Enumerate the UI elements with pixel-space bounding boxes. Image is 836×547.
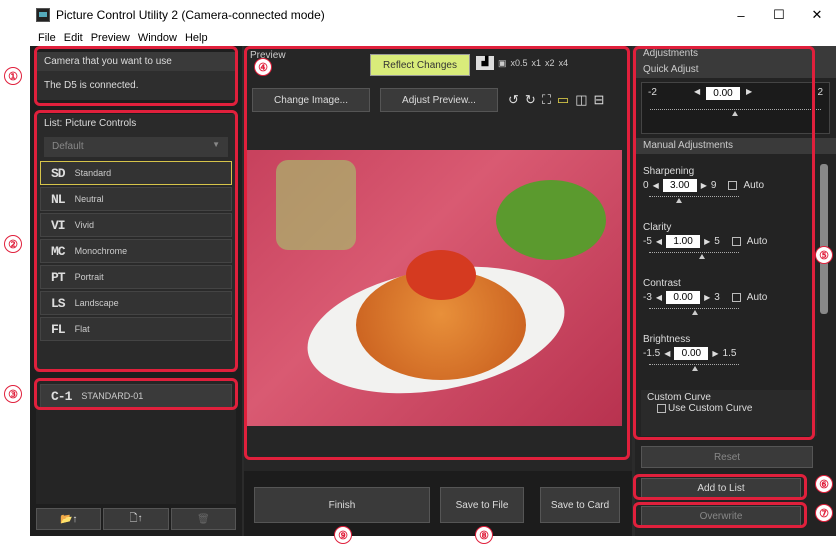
list-toolbar: 📂↑ 🗋↑ 🗑: [36, 508, 236, 530]
callout-8: ⑧: [475, 526, 493, 544]
callout-5: ⑤: [815, 246, 833, 264]
minimize-button[interactable]: –: [722, 0, 760, 30]
menu-window[interactable]: Window: [138, 30, 177, 46]
callout-9: ⑨: [334, 526, 352, 544]
action-bar: Finish Save to File Save to Card: [244, 471, 632, 536]
callout-6: ⑥: [815, 475, 833, 493]
highlight-2: [34, 110, 238, 372]
highlight-3: [34, 378, 238, 410]
scrollbar-thumb[interactable]: [820, 164, 828, 314]
menu-preview[interactable]: Preview: [91, 30, 130, 46]
menu-edit[interactable]: Edit: [64, 30, 83, 46]
callout-4: ④: [254, 58, 272, 76]
export-file-icon[interactable]: 🗋↑: [103, 508, 169, 530]
highlight-7: [633, 502, 807, 528]
reset-button[interactable]: Reset: [641, 446, 813, 468]
highlight-4: [244, 46, 630, 460]
app-icon: [36, 8, 50, 22]
menu-bar: File Edit Preview Window Help: [30, 30, 836, 46]
quick-max: 2: [817, 87, 823, 98]
menu-help[interactable]: Help: [185, 30, 208, 46]
save-to-file-button[interactable]: Save to File: [440, 487, 524, 523]
menu-file[interactable]: File: [38, 30, 56, 46]
callout-2: ②: [4, 235, 22, 253]
window-title: Picture Control Utility 2 (Camera-connec…: [56, 8, 325, 22]
callout-1: ①: [4, 67, 22, 85]
highlight-1: [34, 46, 238, 106]
save-to-card-button[interactable]: Save to Card: [540, 487, 620, 523]
import-folder-icon[interactable]: 📂↑: [36, 508, 102, 530]
trash-icon[interactable]: 🗑: [170, 508, 236, 530]
callout-3: ③: [4, 385, 22, 403]
finish-button[interactable]: Finish: [254, 487, 430, 523]
close-button[interactable]: ✕: [798, 0, 836, 30]
title-bar: Picture Control Utility 2 (Camera-connec…: [30, 0, 836, 30]
maximize-button[interactable]: ☐: [760, 0, 798, 30]
callout-7: ⑦: [815, 504, 833, 522]
highlight-6: [633, 474, 807, 500]
highlight-5: [633, 46, 815, 440]
